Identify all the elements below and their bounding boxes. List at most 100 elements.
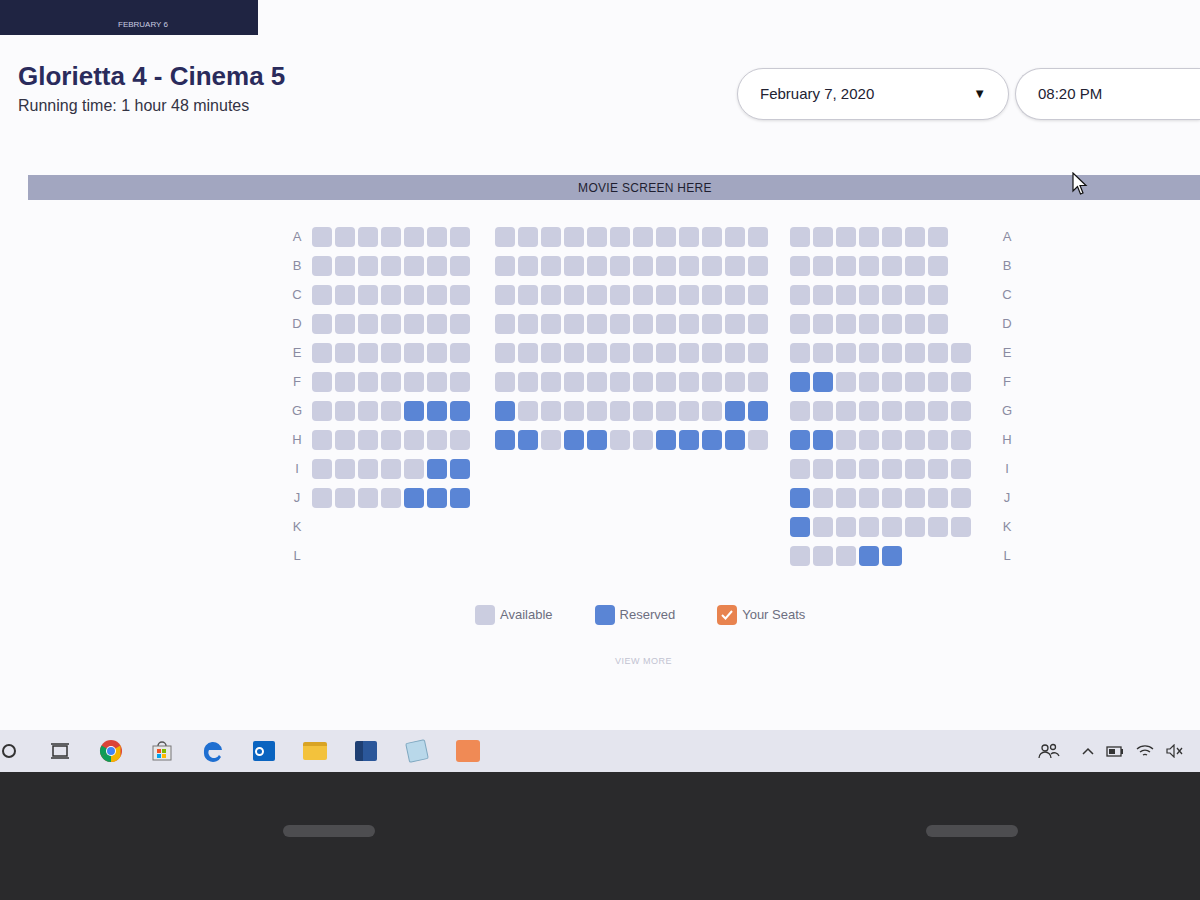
seat[interactable] xyxy=(381,430,401,450)
seat[interactable] xyxy=(495,256,515,276)
seat[interactable] xyxy=(859,343,879,363)
seat[interactable] xyxy=(836,401,856,421)
seat[interactable] xyxy=(790,256,810,276)
seat[interactable] xyxy=(836,488,856,508)
seat[interactable] xyxy=(633,372,653,392)
seat[interactable] xyxy=(813,314,833,334)
seat[interactable] xyxy=(427,256,447,276)
seat[interactable] xyxy=(633,343,653,363)
store-icon[interactable] xyxy=(136,740,187,762)
seat[interactable] xyxy=(702,256,722,276)
seat[interactable] xyxy=(587,401,607,421)
seat[interactable] xyxy=(541,343,561,363)
outlook-icon[interactable] xyxy=(238,741,289,761)
seat[interactable] xyxy=(882,227,902,247)
seat[interactable] xyxy=(358,314,378,334)
seat[interactable] xyxy=(859,430,879,450)
seat[interactable] xyxy=(610,256,630,276)
seat[interactable] xyxy=(358,401,378,421)
seat[interactable] xyxy=(725,227,745,247)
seat[interactable] xyxy=(335,256,355,276)
seat[interactable] xyxy=(679,285,699,305)
seat[interactable] xyxy=(748,430,768,450)
seat[interactable] xyxy=(312,488,332,508)
seat[interactable] xyxy=(427,285,447,305)
seat[interactable] xyxy=(951,401,971,421)
seat[interactable] xyxy=(905,256,925,276)
seat[interactable] xyxy=(335,372,355,392)
seat[interactable] xyxy=(610,227,630,247)
seat[interactable] xyxy=(928,227,948,247)
seat[interactable] xyxy=(610,372,630,392)
seat[interactable] xyxy=(928,343,948,363)
seat[interactable] xyxy=(790,314,810,334)
seat[interactable] xyxy=(725,314,745,334)
seat[interactable] xyxy=(725,372,745,392)
seat[interactable] xyxy=(358,256,378,276)
app-icon[interactable] xyxy=(391,741,442,761)
seat[interactable] xyxy=(836,372,856,392)
seat[interactable] xyxy=(564,285,584,305)
seat[interactable] xyxy=(312,430,332,450)
seat[interactable] xyxy=(836,517,856,537)
seat[interactable] xyxy=(450,256,470,276)
seat[interactable] xyxy=(358,430,378,450)
seat[interactable] xyxy=(951,372,971,392)
seat[interactable] xyxy=(427,372,447,392)
seat[interactable] xyxy=(859,285,879,305)
seat[interactable] xyxy=(633,401,653,421)
seat[interactable] xyxy=(404,227,424,247)
seat[interactable] xyxy=(748,256,768,276)
seat[interactable] xyxy=(813,285,833,305)
seat[interactable] xyxy=(656,314,676,334)
seat[interactable] xyxy=(404,314,424,334)
seat[interactable] xyxy=(951,517,971,537)
seat[interactable] xyxy=(790,459,810,479)
seat[interactable] xyxy=(518,227,538,247)
seat[interactable] xyxy=(813,256,833,276)
seat[interactable] xyxy=(836,459,856,479)
seat[interactable] xyxy=(702,314,722,334)
seat[interactable] xyxy=(951,488,971,508)
seat[interactable] xyxy=(702,285,722,305)
seat[interactable] xyxy=(610,314,630,334)
seat[interactable] xyxy=(725,285,745,305)
seat[interactable] xyxy=(358,488,378,508)
seat[interactable] xyxy=(905,459,925,479)
word-icon[interactable] xyxy=(340,741,391,761)
seat[interactable] xyxy=(928,517,948,537)
seat[interactable] xyxy=(587,227,607,247)
seat[interactable] xyxy=(495,343,515,363)
seat[interactable] xyxy=(748,285,768,305)
seat[interactable] xyxy=(335,314,355,334)
seat[interactable] xyxy=(564,343,584,363)
seat[interactable] xyxy=(813,343,833,363)
seat[interactable] xyxy=(882,430,902,450)
seat[interactable] xyxy=(882,285,902,305)
seat[interactable] xyxy=(905,430,925,450)
seat[interactable] xyxy=(928,401,948,421)
seat[interactable] xyxy=(335,227,355,247)
seat[interactable] xyxy=(748,343,768,363)
seat[interactable] xyxy=(381,401,401,421)
seat[interactable] xyxy=(679,314,699,334)
search-icon[interactable] xyxy=(0,744,34,758)
seat[interactable] xyxy=(335,401,355,421)
seat[interactable] xyxy=(859,459,879,479)
seat[interactable] xyxy=(312,343,332,363)
seat[interactable] xyxy=(335,488,355,508)
seat[interactable] xyxy=(813,401,833,421)
seat[interactable] xyxy=(859,256,879,276)
seat[interactable] xyxy=(748,227,768,247)
seat[interactable] xyxy=(748,314,768,334)
seat[interactable] xyxy=(564,401,584,421)
seat[interactable] xyxy=(450,372,470,392)
task-view-icon[interactable] xyxy=(34,743,85,759)
seat[interactable] xyxy=(358,227,378,247)
seat[interactable] xyxy=(312,401,332,421)
seat[interactable] xyxy=(859,227,879,247)
seat[interactable] xyxy=(495,372,515,392)
seat[interactable] xyxy=(836,314,856,334)
seat[interactable] xyxy=(656,256,676,276)
seat[interactable] xyxy=(951,459,971,479)
